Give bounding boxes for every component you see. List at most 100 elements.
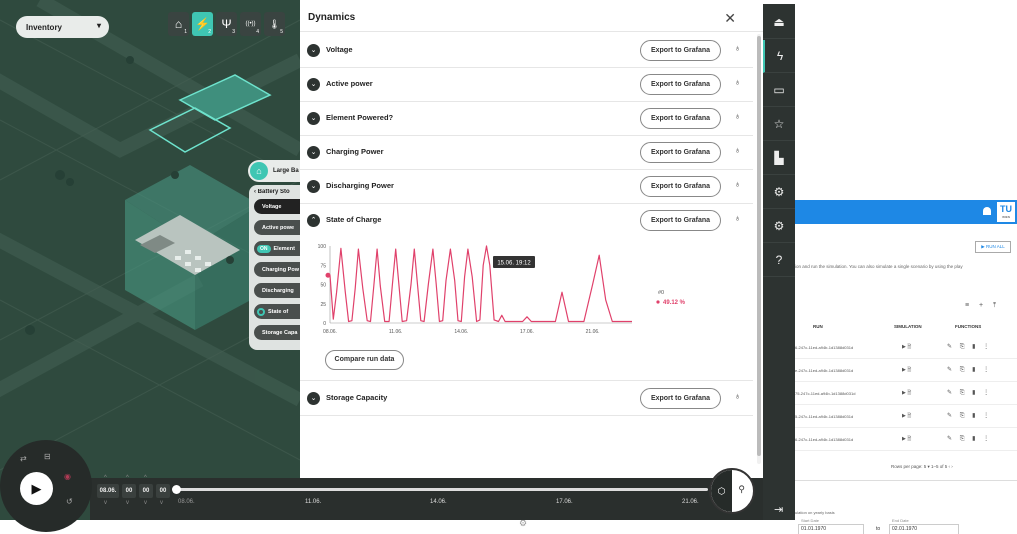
export-grafana-button[interactable]: Export to Grafana [640, 142, 721, 163]
date-minute-field[interactable]: 00 [139, 484, 153, 498]
map-pin-icon[interactable]: ⚲ [738, 484, 745, 495]
nav-panel[interactable]: ▭ [763, 74, 795, 107]
pin-icon[interactable]: ♁ [734, 145, 741, 155]
table-row[interactable]: 75-247c-11ed-a94b-1d1388d031d ▶ 🗎 ✎ ⎘ ▮ ⋮ [795, 382, 1017, 405]
swap-icon[interactable]: ⇄ [20, 454, 27, 463]
pin-icon[interactable]: ♁ [734, 179, 741, 189]
scrollbar-thumb[interactable] [757, 36, 761, 456]
chevron-up-icon[interactable]: ^ [104, 475, 107, 481]
play-icon[interactable]: ▶ 🗎 [902, 436, 911, 444]
layer-tower-button[interactable]: Ψ3 [216, 12, 237, 36]
table-row[interactable]: 6-247c-11ed-a94b-1d1388d031d ▶ 🗎 ✎ ⎘ ▮ ⋮ [795, 336, 1017, 359]
row-actions[interactable]: ✎ ⎘ ▮ ⋮ [947, 343, 992, 351]
date-second-field[interactable]: 00 [156, 484, 170, 498]
inventory-select[interactable]: Inventory ▾ [16, 16, 109, 38]
accordion-voltage[interactable]: ⌄ Voltage Export to Grafana ♁ [300, 34, 753, 68]
reset-icon[interactable]: ↺ [66, 497, 73, 506]
nav-gear-badge[interactable]: ⚙ [763, 176, 795, 209]
chevron-up-icon[interactable]: ^ [126, 475, 129, 481]
accordion-label: Charging Power [326, 147, 384, 156]
nav-settings[interactable]: ⚙ [763, 210, 795, 243]
table-row[interactable]: 5-247c-11ed-a94b-1d1388d031d ▶ 🗎 ✎ ⎘ ▮ ⋮ [795, 405, 1017, 428]
layer-home-button[interactable]: ⌂ 1 [168, 12, 189, 36]
date-hour-field[interactable]: 00 [122, 484, 136, 498]
chevron-down-icon[interactable]: v [160, 500, 163, 506]
property-chip-storage-capacity[interactable]: Storage Capa [254, 325, 300, 340]
timeline-slider[interactable] [176, 488, 708, 491]
property-chip-voltage[interactable]: Voltage [254, 199, 300, 214]
chevron-down-icon[interactable]: ⌄ [307, 180, 320, 193]
play-icon[interactable]: ▶ 🗎 [902, 367, 911, 375]
pin-icon[interactable]: ♁ [734, 43, 741, 53]
cube-icon[interactable]: ⬡ [711, 470, 732, 512]
calendar-icon[interactable]: ⊟ [44, 452, 51, 461]
run-all-button[interactable]: ▶ RUN ALL [975, 241, 1011, 253]
battery-properties-panel: ‹ Battery Sto Voltage Active powe ON Elem… [249, 185, 300, 350]
chevron-down-icon[interactable]: v [126, 500, 129, 506]
battery-panel-title[interactable]: ‹ Battery Sto [254, 189, 300, 195]
row-actions[interactable]: ✎ ⎘ ▮ ⋮ [947, 412, 992, 420]
play-icon[interactable]: ▶ 🗎 [902, 413, 911, 421]
chevron-up-icon[interactable]: ^ [144, 475, 147, 481]
export-grafana-button[interactable]: Export to Grafana [640, 40, 721, 61]
pin-icon[interactable]: ♁ [734, 77, 741, 87]
chevron-down-icon[interactable]: v [144, 500, 147, 506]
nav-favorites[interactable]: ☆ [763, 108, 795, 141]
stack-icon: ⏏ [773, 15, 785, 29]
chevron-down-icon[interactable]: ⌄ [307, 392, 320, 405]
chevron-down-icon[interactable]: ⌄ [307, 44, 320, 57]
export-grafana-button[interactable]: Export to Grafana [640, 210, 721, 231]
accordion-charging-power[interactable]: ⌄ Charging Power Export to Grafana ♁ [300, 136, 753, 170]
table-row[interactable]: 6-247c-11ed-a94b-1d1388d031d ▶ 🗎 ✎ ⎘ ▮ ⋮ [795, 428, 1017, 451]
property-chip-active-power[interactable]: Active powe [254, 220, 300, 235]
export-grafana-button[interactable]: Export to Grafana [640, 108, 721, 129]
chevron-down-icon[interactable]: ⌄ [307, 112, 320, 125]
chevron-down-icon[interactable]: ⌄ [307, 146, 320, 159]
row-actions[interactable]: ✎ ⎘ ▮ ⋮ [947, 435, 992, 443]
on-toggle[interactable]: ON [257, 244, 271, 253]
accordion-element-powered[interactable]: ⌄ Element Powered? Export to Grafana ♁ [300, 102, 753, 136]
pin-icon[interactable]: ♁ [734, 213, 741, 223]
view-toggle[interactable]: ⬡ ⚲ [709, 468, 755, 514]
layer-bolt-button[interactable]: ⚡ 2 [192, 12, 213, 36]
record-icon[interactable]: ◉ [64, 472, 71, 481]
layer-antenna-button[interactable]: ((•)) 4 [240, 12, 261, 36]
accordion-discharging-power[interactable]: ⌄ Discharging Power Export to Grafana ♁ [300, 170, 753, 204]
accordion-active-power[interactable]: ⌄ Active power Export to Grafana ♁ [300, 68, 753, 102]
nav-help[interactable]: ? [763, 244, 795, 277]
chevron-down-icon[interactable]: ⌄ [307, 78, 320, 91]
export-grafana-button[interactable]: Export to Grafana [640, 176, 721, 197]
pin-icon[interactable]: ♁ [734, 391, 741, 401]
table-pagination[interactable]: Rows per page: 5 ▾ 1–5 of 5 ‹ › [891, 464, 953, 470]
play-button[interactable]: ▶ [20, 472, 53, 505]
nav-stack[interactable]: ⏏ [763, 6, 795, 39]
export-grafana-button[interactable]: Export to Grafana [640, 74, 721, 95]
nav-dynamics[interactable]: ϟ [763, 40, 795, 73]
date-day-field[interactable]: 08.06. [97, 484, 119, 498]
close-icon[interactable]: ✕ [724, 10, 736, 27]
compare-run-data-button[interactable]: Compare run data [325, 350, 404, 370]
accordion-storage-capacity[interactable]: ⌄ Storage Capacity Export to Grafana ♁ [300, 382, 753, 416]
play-icon[interactable]: ▶ 🗎 [902, 390, 911, 398]
export-grafana-button[interactable]: Export to Grafana [640, 388, 721, 409]
pin-icon[interactable]: ♁ [734, 111, 741, 121]
property-chip-state-of-charge[interactable]: State of [254, 304, 300, 319]
element-tab-large-battery[interactable]: ⌂ Large Ba [248, 160, 300, 182]
property-chip-charging-power[interactable]: Charging Pow [254, 262, 300, 277]
play-icon[interactable]: ▶ 🗎 [902, 344, 911, 352]
row-actions[interactable]: ✎ ⎘ ▮ ⋮ [947, 389, 992, 397]
nav-buildings[interactable]: ▙ [763, 142, 795, 175]
line-chart[interactable]: 100 75 50 25 0 08.06. 11.06. 14.06. 17.06. 21.06.… [300, 236, 753, 341]
property-chip-discharging[interactable]: Discharging [254, 283, 300, 298]
chevron-up-icon[interactable]: ⌃ [307, 214, 320, 227]
layer-thermometer-button[interactable]: 🌡 5 [264, 12, 285, 36]
chevron-down-icon[interactable]: v [104, 500, 107, 506]
table-row[interactable]: e-247c-11ed-a94b-1d1388d031d ▶ 🗎 ✎ ⎘ ▮ ⋮ [795, 359, 1017, 382]
accordion-state-of-charge[interactable]: ⌃ State of Charge Export to Grafana ♁ [300, 204, 753, 238]
timeline-slider-handle[interactable] [172, 485, 181, 494]
property-chip-element[interactable]: ON Element [254, 241, 300, 256]
logout-icon[interactable]: ⇥ [774, 503, 783, 516]
table-tools[interactable]: ≡ + ⤒ [965, 302, 1000, 310]
timeline-tick: 14.06. [430, 499, 447, 505]
row-actions[interactable]: ✎ ⎘ ▮ ⋮ [947, 366, 992, 374]
